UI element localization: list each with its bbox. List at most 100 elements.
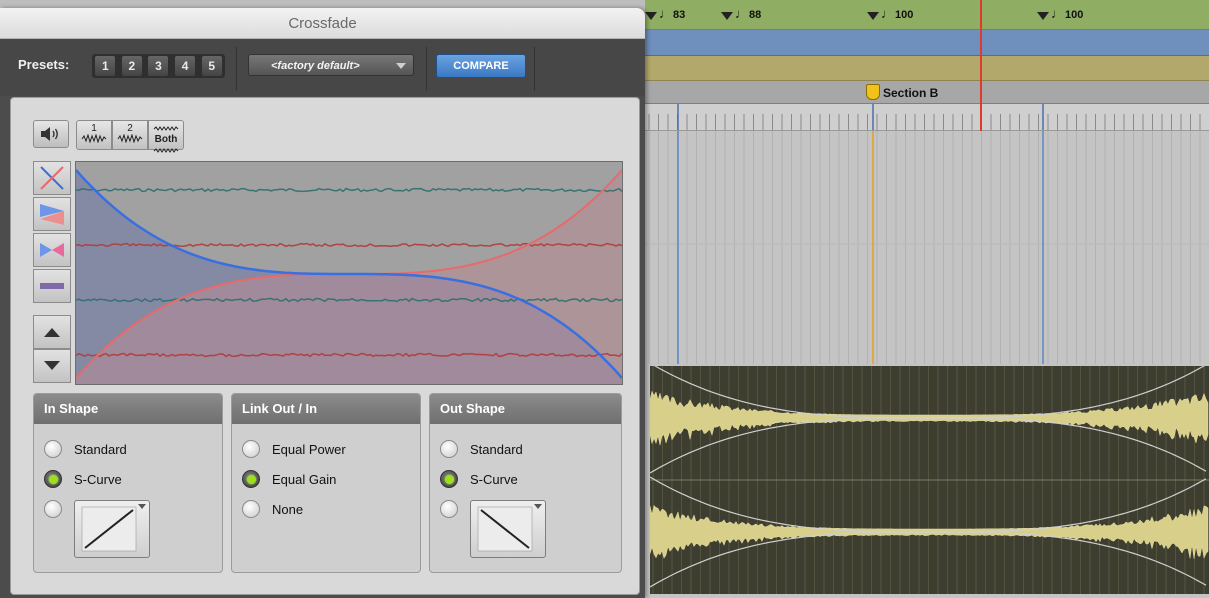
option-label: Standard — [470, 441, 523, 457]
timeline-view: ♩83 ♩88 ♩100 ♩100 Section B — [645, 0, 1209, 598]
out-shape-s-curve-option[interactable]: S-Curve — [440, 468, 518, 490]
crossfade-x-icon — [40, 166, 64, 190]
radio-button-selected[interactable] — [440, 470, 458, 488]
in-shape-standard-option[interactable]: Standard — [44, 438, 127, 460]
preset-slot-3[interactable]: 3 — [148, 56, 169, 76]
crossfade-curve-display[interactable] — [75, 161, 623, 385]
tempo-marker[interactable]: ♩100 — [867, 6, 913, 21]
chevron-down-icon — [396, 63, 406, 69]
section-marker[interactable]: Section B — [866, 84, 938, 100]
chevron-down-icon — [534, 504, 542, 509]
note-icon: ♩ — [1051, 6, 1064, 21]
meter-ruler[interactable] — [645, 30, 1209, 56]
arrow-up-icon — [44, 328, 60, 337]
in-shape-custom-option[interactable] — [44, 498, 74, 520]
waveform-icon — [117, 133, 143, 144]
radio-button[interactable] — [440, 500, 458, 518]
audition-speaker-button[interactable] — [33, 120, 69, 148]
show-fades-button[interactable] — [33, 197, 71, 231]
overlay-bar-icon — [40, 283, 64, 289]
window-titlebar[interactable]: Crossfade — [0, 8, 645, 39]
divider — [426, 47, 427, 91]
in-shape-s-curve-option[interactable]: S-Curve — [44, 468, 122, 490]
preset-dropdown[interactable]: <factory default> — [248, 54, 414, 76]
tempo-marker[interactable]: ♩88 — [721, 6, 761, 21]
clip-waveform-graphic — [649, 362, 1209, 594]
show-crossfade-button[interactable] — [33, 161, 71, 195]
radio-button[interactable] — [44, 440, 62, 458]
preset-slot-4[interactable]: 4 — [175, 56, 196, 76]
radio-button[interactable] — [44, 500, 62, 518]
out-shape-title: Out Shape — [430, 394, 621, 424]
arrow-down-icon — [44, 361, 60, 370]
crossfade-window: Crossfade Presets: 1 2 3 4 5 <factory de… — [0, 8, 645, 598]
linear-fade-out-icon — [477, 506, 533, 552]
radio-button[interactable] — [440, 440, 458, 458]
note-icon: ♩ — [659, 6, 672, 21]
compare-button[interactable]: COMPARE — [436, 54, 526, 78]
link-equal-power-option[interactable]: Equal Power — [242, 438, 346, 460]
audition-buttons: 1 2 Both — [76, 120, 184, 153]
markers-ruler[interactable]: Section B — [645, 81, 1209, 104]
in-shape-custom-selector[interactable] — [74, 500, 150, 558]
in-shape-group: In Shape Standard S-Curve — [33, 393, 223, 573]
audition-2-button[interactable]: 2 — [112, 120, 148, 150]
note-icon: ♩ — [881, 6, 894, 21]
view-tools — [33, 161, 71, 387]
presets-label: Presets: — [18, 57, 70, 72]
crossfade-clip[interactable] — [649, 362, 1209, 594]
option-label: S-Curve — [470, 471, 518, 487]
preset-slot-5[interactable]: 5 — [201, 56, 222, 76]
audition-both-label: Both — [154, 134, 178, 145]
show-overlap-button[interactable] — [33, 233, 71, 267]
ruler-ticks-graphic — [648, 104, 1201, 130]
out-shape-custom-option[interactable] — [440, 498, 470, 520]
linear-fade-in-icon — [81, 506, 137, 552]
playhead[interactable] — [980, 0, 982, 131]
out-shape-standard-option[interactable]: Standard — [440, 438, 523, 460]
link-group: Link Out / In Equal Power Equal Gain Non… — [231, 393, 421, 573]
radio-button-selected[interactable] — [242, 470, 260, 488]
tempo-marker[interactable]: ♩100 — [1037, 6, 1083, 21]
option-label: Equal Gain — [272, 471, 337, 487]
track-grid[interactable] — [645, 131, 1209, 364]
preset-name: <factory default> — [271, 60, 360, 72]
key-ruler[interactable] — [645, 56, 1209, 81]
tempo-ruler[interactable]: ♩83 ♩88 ♩100 ♩100 — [645, 0, 1209, 30]
zoom-up-button[interactable] — [33, 315, 71, 349]
crossfade-panel: 1 2 Both In Shape Standard S-Curve Link … — [10, 97, 640, 595]
waveform-icon — [153, 148, 179, 153]
zoom-down-button[interactable] — [33, 349, 71, 383]
link-none-option[interactable]: None — [242, 498, 303, 520]
marker-flag-icon — [866, 84, 880, 100]
out-shape-custom-selector[interactable] — [470, 500, 546, 558]
option-label: None — [272, 501, 304, 517]
bars-beats-ruler[interactable] — [645, 104, 1209, 131]
in-shape-title: In Shape — [34, 394, 222, 424]
preset-slot-1[interactable]: 1 — [95, 56, 116, 76]
audition-1-button[interactable]: 1 — [76, 120, 112, 150]
chevron-down-icon — [138, 504, 146, 509]
show-sum-button[interactable] — [33, 269, 71, 303]
audition-2-label: 2 — [127, 123, 133, 134]
waveform-icon — [81, 133, 107, 144]
link-equal-gain-option[interactable]: Equal Gain — [242, 468, 336, 490]
audition-both-button[interactable]: Both — [148, 120, 184, 153]
tempo-marker[interactable]: ♩83 — [645, 6, 685, 21]
preset-slot-2[interactable]: 2 — [121, 56, 142, 76]
option-label: S-Curve — [74, 471, 122, 487]
fade-in-out-icon — [40, 204, 64, 225]
divider — [534, 47, 535, 91]
radio-button-selected[interactable] — [44, 470, 62, 488]
window-title: Crossfade — [288, 15, 357, 32]
option-label: Standard — [74, 441, 127, 457]
radio-button[interactable] — [242, 500, 260, 518]
waveform-trace — [76, 187, 622, 193]
note-icon: ♩ — [735, 6, 748, 21]
option-label: Equal Power — [272, 441, 346, 457]
radio-button[interactable] — [242, 440, 260, 458]
divider — [236, 47, 237, 91]
crossfade-curve-graphic — [76, 169, 622, 384]
audition-1-label: 1 — [91, 123, 97, 134]
grid-graphic — [645, 131, 1209, 364]
